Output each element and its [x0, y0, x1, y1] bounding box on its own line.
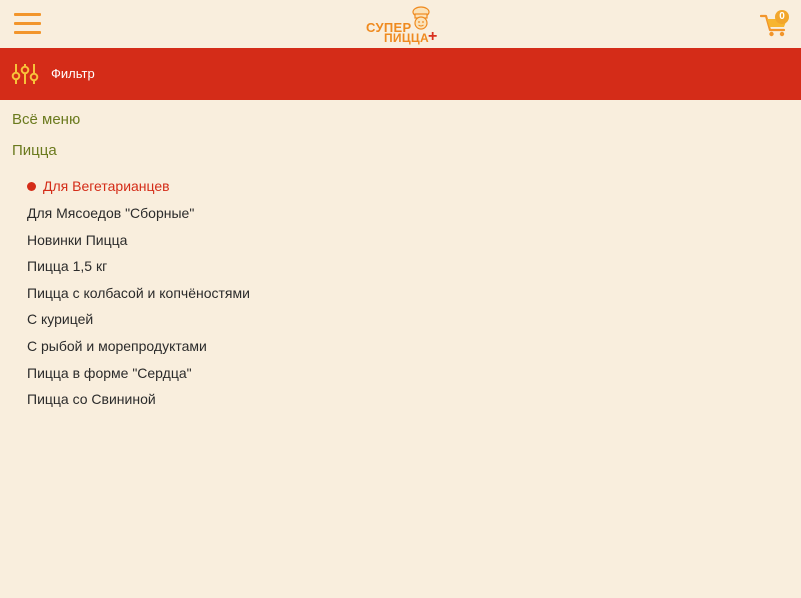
subcategory-heart-shape[interactable]: Пицца в форме "Сердца" [27, 364, 192, 382]
filter-bar[interactable]: Фильтр [0, 48, 801, 100]
hamburger-line [14, 31, 41, 34]
hamburger-menu-icon[interactable] [14, 13, 42, 35]
filter-label: Фильтр [51, 66, 95, 81]
subcategory-meat-combo[interactable]: Для Мясоедов "Сборные" [27, 204, 194, 222]
subcategory-pizza-1-5kg[interactable]: Пицца 1,5 кг [27, 257, 107, 275]
hamburger-line [14, 22, 41, 25]
pizza-category-link[interactable]: Пицца [12, 141, 57, 161]
sliders-filter-icon [11, 64, 39, 84]
logo-plus: + [428, 28, 438, 45]
subcategory-sausage-smoked[interactable]: Пицца с колбасой и копчёностями [27, 284, 250, 302]
cart-button[interactable]: 0 [760, 10, 790, 38]
all-menu-link[interactable]: Всё меню [12, 110, 80, 130]
subcategory-pork[interactable]: Пицца со Свининой [27, 390, 156, 408]
logo-text-line2: ПИЦЦА [384, 31, 429, 45]
subcategory-vegetarian[interactable]: Для Вегетарианцев [27, 177, 170, 195]
subcategory-new-pizza[interactable]: Новинки Пицца [27, 231, 127, 249]
site-logo[interactable]: СУПЕР ПИЦЦА + [364, 6, 444, 45]
active-dot-icon [27, 182, 36, 191]
subcategory-fish-seafood[interactable]: С рыбой и морепродуктами [27, 337, 207, 355]
top-bar: СУПЕР ПИЦЦА + 0 [0, 0, 801, 48]
cart-count-badge: 0 [775, 10, 789, 24]
subcategory-chicken[interactable]: С курицей [27, 310, 93, 328]
subcategory-label: Для Вегетарианцев [43, 178, 170, 194]
hamburger-line [14, 13, 41, 16]
